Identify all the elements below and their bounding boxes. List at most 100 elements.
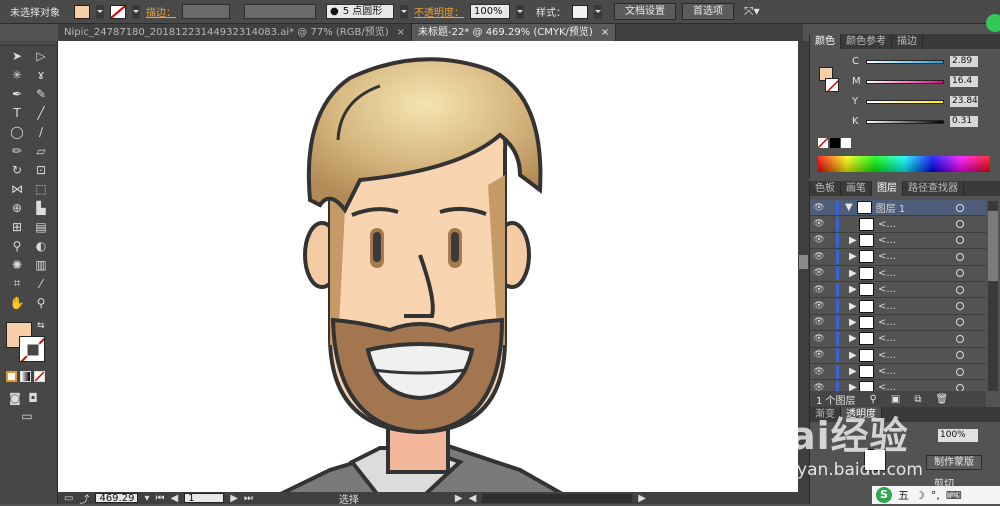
- layer-row-top[interactable]: 👁 ▼ 图层 1: [810, 200, 986, 217]
- blend-icon[interactable]: ◐: [30, 237, 52, 254]
- next-page-icon[interactable]: ▶: [230, 493, 238, 504]
- sublayer-name[interactable]: <...: [878, 350, 896, 361]
- sublayer-row[interactable]: 👁 ▶ <...: [810, 364, 986, 381]
- tab-transparency[interactable]: 透明度: [841, 407, 882, 422]
- stroke-preview[interactable]: [825, 78, 839, 92]
- eye-icon[interactable]: 👁: [810, 250, 828, 264]
- target-icon[interactable]: [956, 236, 964, 245]
- layers-scroll-thumb[interactable]: [988, 211, 998, 281]
- lasso-icon[interactable]: ɤ: [30, 66, 52, 83]
- white-swatch[interactable]: [841, 138, 851, 148]
- eye-icon[interactable]: 👁: [810, 217, 828, 231]
- target-icon[interactable]: [956, 302, 964, 311]
- sublayer-row[interactable]: 👁 ▶ <...: [810, 315, 986, 332]
- slider-m-value[interactable]: 16.4: [950, 76, 978, 87]
- mesh-icon[interactable]: ⊞: [6, 218, 28, 235]
- toolbox-grip[interactable]: [0, 41, 57, 46]
- punct-icon[interactable]: °,: [931, 489, 940, 502]
- sublayer-row[interactable]: 👁 ▶ <...: [810, 249, 986, 266]
- black-swatch[interactable]: [830, 138, 840, 148]
- expand-icon[interactable]: ▶: [849, 333, 857, 344]
- mask-preview[interactable]: [864, 449, 886, 471]
- sublayer-row[interactable]: 👁 <...: [810, 216, 986, 233]
- sublayer-name[interactable]: <...: [878, 219, 896, 230]
- target-icon[interactable]: [956, 367, 964, 376]
- expand-icon[interactable]: ▶: [849, 350, 857, 361]
- close-icon[interactable]: ×: [601, 24, 609, 41]
- brush-field[interactable]: ● 5 点圆形: [326, 4, 394, 19]
- gradient-mode-icon[interactable]: [20, 371, 31, 382]
- gradient-icon[interactable]: ▤: [30, 218, 52, 235]
- opacity-arrow[interactable]: [516, 4, 524, 19]
- expand-icon[interactable]: ▶: [849, 317, 857, 328]
- paintbrush-icon[interactable]: ∕: [30, 123, 52, 140]
- eye-icon[interactable]: 👁: [810, 332, 828, 346]
- screen-mode-icon[interactable]: ▭: [16, 407, 38, 424]
- expand-icon[interactable]: ▶: [849, 366, 857, 377]
- layers-scrollbar[interactable]: [988, 201, 998, 391]
- tab-document-1[interactable]: Nipic_24787180_20181223144932314083.ai* …: [58, 24, 412, 41]
- tab-gradient[interactable]: 渐变: [810, 407, 841, 422]
- target-icon[interactable]: [956, 220, 964, 229]
- slider-y-value[interactable]: 23.84: [950, 96, 978, 107]
- fill-dropdown[interactable]: [96, 4, 104, 19]
- target-icon[interactable]: [956, 252, 964, 261]
- sublayer-row[interactable]: 👁 ▶ <...: [810, 298, 986, 315]
- shape-builder-icon[interactable]: ⊕: [6, 199, 28, 216]
- keyboard-icon[interactable]: ⌨: [946, 489, 962, 502]
- clip-mask-icon[interactable]: ▣: [891, 394, 900, 405]
- sublayer-row[interactable]: 👁 ▶ <...: [810, 331, 986, 348]
- magic-wand-icon[interactable]: ✳: [6, 66, 28, 83]
- close-icon[interactable]: ×: [397, 24, 405, 41]
- fill-swatch[interactable]: [74, 4, 90, 19]
- width-tool-icon[interactable]: ⋈: [6, 180, 28, 197]
- hand-icon[interactable]: ✋: [6, 294, 28, 311]
- slider-c[interactable]: C 2.89: [852, 56, 992, 67]
- none-mode-icon[interactable]: [34, 371, 45, 382]
- brush-dropdown[interactable]: [400, 4, 408, 19]
- opacity-field[interactable]: 100%: [470, 4, 510, 19]
- sublayer-row[interactable]: 👁 ▶ <...: [810, 233, 986, 250]
- opacity-label[interactable]: 不透明度：: [414, 4, 464, 19]
- pencil-icon[interactable]: ✏: [6, 142, 28, 159]
- eyedropper-icon[interactable]: ⚲: [6, 237, 28, 254]
- scale-icon[interactable]: ⊡: [30, 161, 52, 178]
- slider-m[interactable]: M 16.4: [852, 76, 992, 87]
- sublayer-name[interactable]: <...: [878, 251, 896, 262]
- color-spectrum[interactable]: [818, 156, 990, 172]
- eye-icon[interactable]: 👁: [810, 266, 828, 280]
- sublayer-name[interactable]: <...: [878, 284, 896, 295]
- tab-brushes[interactable]: 画笔: [841, 181, 872, 196]
- target-icon[interactable]: [956, 203, 964, 212]
- new-sublayer-icon[interactable]: ⧉: [914, 394, 921, 405]
- eye-icon[interactable]: 👁: [810, 283, 828, 297]
- vertical-scrollbar[interactable]: [798, 41, 809, 492]
- arrange-icon[interactable]: ⤧▾: [744, 4, 760, 19]
- tab-pathfinder[interactable]: 路径查找器: [903, 181, 964, 196]
- sublayer-name[interactable]: <...: [878, 333, 896, 344]
- sublayer-name[interactable]: <...: [878, 235, 896, 246]
- slider-m-track[interactable]: [866, 79, 944, 84]
- style-swatch[interactable]: [572, 4, 588, 19]
- page-field[interactable]: 1: [184, 493, 225, 504]
- eye-icon[interactable]: 👁: [810, 315, 828, 329]
- stroke-dropdown[interactable]: [132, 4, 140, 19]
- ime-toolbar[interactable]: S 五 ☽ °, ⌨: [872, 486, 1000, 504]
- ime-mode[interactable]: 五: [898, 487, 909, 503]
- slice-icon[interactable]: ⁄: [30, 275, 52, 292]
- slider-k-value[interactable]: 0.31: [950, 116, 978, 127]
- variable-width-field[interactable]: [244, 4, 316, 19]
- rotate-icon[interactable]: ↻: [6, 161, 28, 178]
- sublayer-row[interactable]: 👁 ▶ <...: [810, 282, 986, 299]
- moon-icon[interactable]: ☽: [915, 489, 925, 502]
- sublayer-row[interactable]: 👁 ▶ <...: [810, 348, 986, 364]
- tab-document-2[interactable]: 未标题-22* @ 469.29% (CMYK/预览) ×: [412, 24, 617, 41]
- prev-page-icon[interactable]: ◀: [170, 493, 178, 504]
- locate-object-icon[interactable]: ⚲: [870, 394, 877, 405]
- horizontal-scroll-track[interactable]: [482, 493, 633, 503]
- type-tool-icon[interactable]: T: [6, 104, 28, 121]
- preferences-button[interactable]: 首选项: [682, 3, 734, 20]
- curvature-tool-icon[interactable]: ✎: [30, 85, 52, 102]
- line-tool-icon[interactable]: ╱: [30, 104, 52, 121]
- draw-behind-icon[interactable]: ◘: [26, 389, 40, 406]
